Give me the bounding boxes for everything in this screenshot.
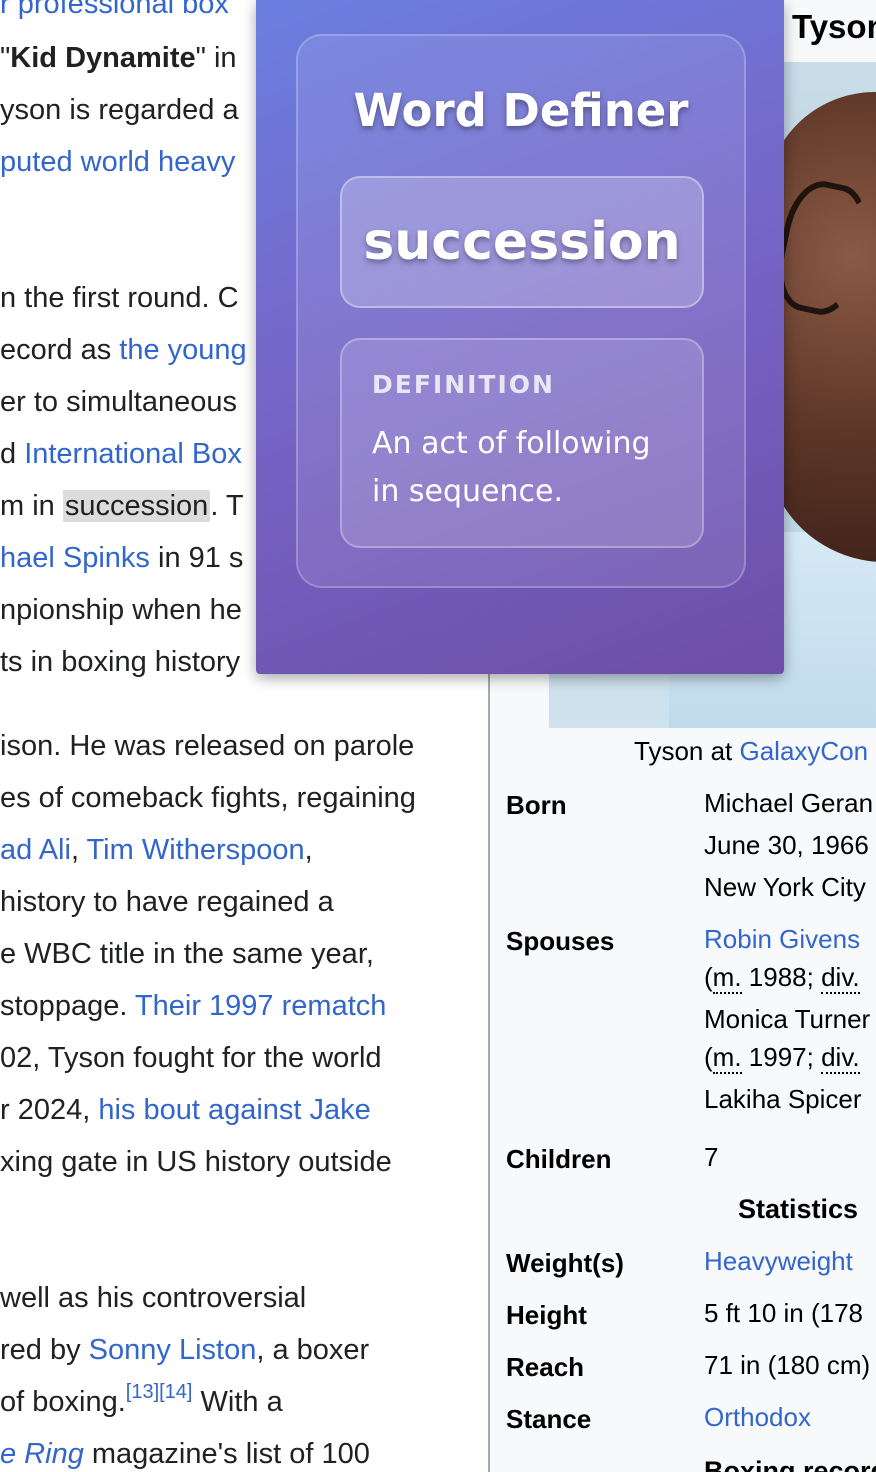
article-line: ad Ali, Tim Witherspoon, <box>0 832 313 868</box>
infobox-title: Tyson <box>792 8 876 45</box>
spouses-label: Spouses <box>506 926 615 956</box>
reach-label: Reach <box>506 1352 585 1382</box>
born-line: June 30, 1966 <box>704 830 869 860</box>
word-box: succession <box>340 176 704 308</box>
divorced-abbr[interactable]: div. <box>821 1042 860 1074</box>
caption-text: Tyson at <box>634 736 740 766</box>
divorced-abbr[interactable]: div. <box>821 962 860 994</box>
popup-card: Word Definer succession DEFINITION An ac… <box>296 34 746 588</box>
article-line: of boxing.[13][14] With a <box>0 1381 283 1420</box>
text: . T <box>210 490 244 522</box>
citation-link[interactable]: [13][14] <box>126 1381 193 1403</box>
text: d <box>0 438 25 470</box>
text: , <box>70 834 87 866</box>
married-abbr[interactable]: m. <box>712 1042 742 1074</box>
article-line: 02, Tyson fought for the world <box>0 1042 382 1074</box>
text: " in <box>195 42 237 74</box>
article-link[interactable]: ad Ali <box>0 834 71 866</box>
born-line: Michael Geran <box>704 788 874 818</box>
spouse-name: Lakiha Spicer <box>704 1084 862 1114</box>
article-line: e Ring magazine's list of 100 <box>0 1436 370 1472</box>
word-definer-popup: Word Definer succession DEFINITION An ac… <box>256 0 784 674</box>
text: ( <box>704 1042 713 1072</box>
article-link[interactable]: r professional box <box>0 0 229 20</box>
defined-word: succession <box>363 212 681 272</box>
reach-value: 71 in (180 cm) <box>704 1350 871 1380</box>
article-line: es of comeback fights, regaining <box>0 782 416 814</box>
article-line: "Kid Dynamite" in <box>0 40 237 76</box>
text: , a boxer <box>256 1334 370 1366</box>
spouse-link[interactable]: Robin Givens <box>704 924 860 954</box>
text: magazine's list of 100 <box>83 1438 370 1470</box>
definition-text: An act of following in sequence. <box>372 426 651 509</box>
text: red by <box>0 1334 89 1366</box>
article-link[interactable]: hael Spinks <box>0 542 150 574</box>
text: " <box>0 42 11 74</box>
born-label: Born <box>506 790 567 820</box>
caption-link[interactable]: GalaxyCon <box>740 736 869 766</box>
article-link[interactable]: his bout against Jake <box>98 1094 370 1126</box>
article-line: m in succession. T <box>0 488 244 524</box>
stance-label: Stance <box>506 1404 592 1434</box>
children-value: 7 <box>704 1142 719 1172</box>
article-line: d International Box <box>0 436 242 472</box>
text: of boxing. <box>0 1386 126 1418</box>
article-line: e WBC title in the same year, <box>0 938 374 970</box>
article-line: er to simultaneous <box>0 386 237 418</box>
bold-text: Kid Dynamite <box>10 42 196 74</box>
popup-title: Word Definer <box>353 84 689 137</box>
text: m in <box>0 490 63 522</box>
weight-link[interactable]: Heavyweight <box>704 1246 853 1276</box>
height-label: Height <box>506 1300 587 1330</box>
article-line: well as his controversial <box>0 1282 307 1314</box>
stance-value: Orthodox <box>704 1396 811 1438</box>
boxing-record-header: Boxing record <box>704 1456 876 1472</box>
stance-link[interactable]: Orthodox <box>704 1402 811 1432</box>
article-link[interactable]: Tim Witherspoon <box>87 834 305 866</box>
text: ecord as <box>0 334 120 366</box>
article-line: xing gate in US history outside <box>0 1146 392 1178</box>
article-line: red by Sonny Liston, a boxer <box>0 1332 369 1368</box>
article-line: hael Spinks in 91 s <box>0 540 243 576</box>
photo-caption: Tyson at GalaxyCon <box>634 736 868 767</box>
article-link[interactable]: International Box <box>24 438 242 470</box>
statistics-header: Statistics <box>738 1194 859 1224</box>
article-link[interactable]: e Ring <box>0 1438 84 1470</box>
article-line: npionship when he <box>0 594 242 626</box>
article-link[interactable]: Their 1997 rematch <box>135 990 386 1022</box>
article-line: r 2024, his bout against Jake <box>0 1092 371 1128</box>
text: , <box>304 834 313 866</box>
text: 1988; <box>741 962 822 992</box>
article-line: r professional box <box>0 0 229 22</box>
married-abbr[interactable]: m. <box>712 962 742 994</box>
article-line: puted world heavy <box>0 144 235 180</box>
spouse-name: Monica Turner <box>704 1004 871 1034</box>
article-line: history to have regained a <box>0 886 334 918</box>
selected-word[interactable]: succession <box>62 490 211 522</box>
text: r 2024, <box>0 1094 99 1126</box>
weight-label: Weight(s) <box>506 1248 624 1278</box>
article-link[interactable]: Sonny Liston <box>89 1334 257 1366</box>
article-line: stoppage. Their 1997 rematch <box>0 988 386 1024</box>
article-line: ison. He was released on parole <box>0 730 415 762</box>
article-line: yson is regarded a <box>0 94 239 126</box>
text: ( <box>704 962 713 992</box>
article-line: n the first round. C <box>0 282 239 314</box>
definition-box: DEFINITION An act of following in sequen… <box>340 338 704 548</box>
height-value: 5 ft 10 in (178 <box>704 1298 863 1328</box>
definition-label: DEFINITION <box>372 370 555 399</box>
born-value: Michael Geran June 30, 1966 New York Cit… <box>704 782 873 908</box>
text: in 91 s <box>149 542 244 574</box>
weight-value: Heavyweight <box>704 1240 853 1282</box>
born-line: New York City <box>704 872 866 902</box>
text: stoppage. <box>0 990 135 1022</box>
spouses-value: Robin Givens (m. 1988; div. Monica Turne… <box>704 918 870 1120</box>
text: 1997; <box>741 1042 822 1072</box>
article-line: ts in boxing history <box>0 646 241 678</box>
text: With a <box>192 1386 283 1418</box>
article-line: ecord as the young <box>0 332 247 368</box>
article-link[interactable]: puted world heavy <box>0 146 235 178</box>
article-link[interactable]: the young <box>119 334 246 366</box>
children-label: Children <box>506 1144 612 1174</box>
